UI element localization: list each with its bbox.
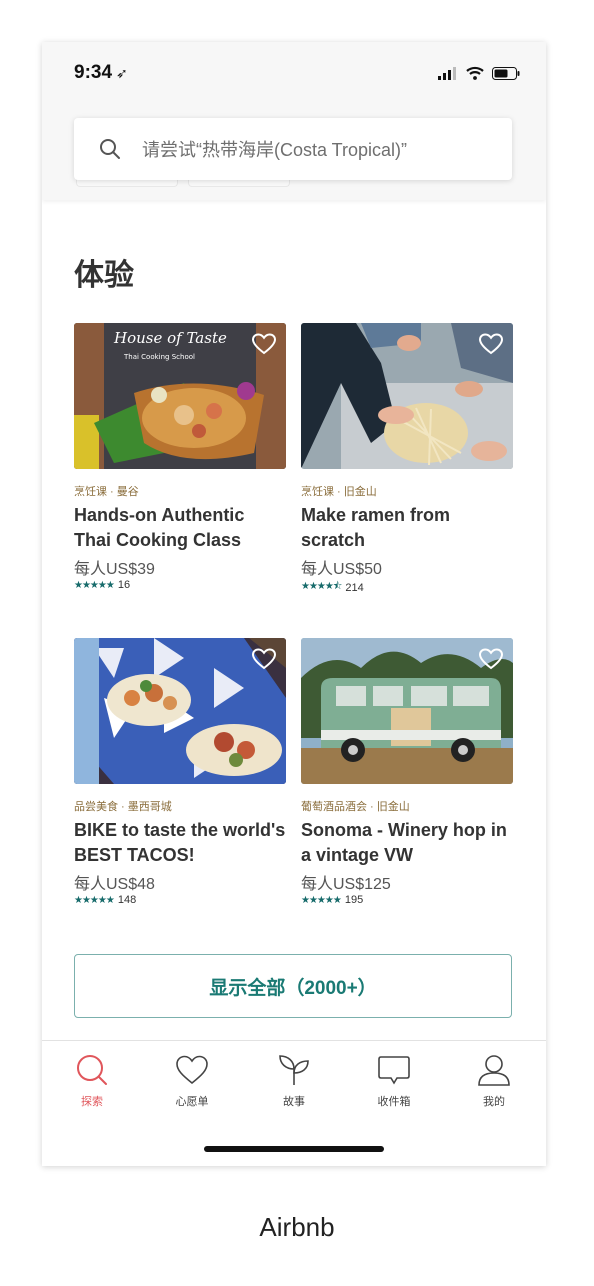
experience-price: 每人US$48 — [74, 876, 155, 893]
experience-card[interactable]: House of Taste Thai Cooking School 烹饪课 ·… — [74, 323, 286, 603]
experience-photo[interactable] — [301, 323, 513, 469]
experience-photo[interactable] — [74, 638, 286, 784]
experience-title[interactable]: BIKE to taste the world's BEST TACOS! — [74, 818, 286, 868]
signal-icon — [438, 67, 456, 80]
tab-label: 探索 — [81, 1096, 103, 1108]
sprout-icon — [279, 1055, 309, 1085]
experience-title[interactable]: Make ramen from scratch — [301, 503, 513, 553]
phone-screen: 9:34 ➶ 请尝试“热带海岸(Costa Tropical)” 体验 Hous… — [42, 42, 546, 1166]
experience-price: 每人US$125 — [301, 876, 391, 893]
experience-card[interactable]: 品尝美食 · 墨西哥城 BIKE to taste the world's BE… — [74, 638, 286, 918]
experience-card[interactable]: 烹饪课 · 旧金山 Make ramen from scratch 每人US$5… — [301, 323, 513, 603]
experience-title[interactable]: Hands-on Authentic Thai Cooking Class — [74, 503, 286, 553]
experience-category: 烹饪课 · 曼谷 — [74, 486, 139, 498]
review-count: 148 — [117, 894, 137, 906]
tab-wishlist[interactable]: 心愿单 — [152, 1053, 232, 1109]
tab-label: 我的 — [483, 1096, 505, 1108]
experience-photo[interactable] — [301, 638, 513, 784]
app-caption: Airbnb — [259, 1212, 335, 1242]
star-rating-icon: ★★★★★ — [301, 894, 342, 906]
search-placeholder: 请尝试“热带海岸(Costa Tropical)” — [142, 140, 408, 160]
status-time: 9:34 ➶ — [74, 62, 128, 84]
experience-price: 每人US$50 — [301, 561, 382, 578]
user-icon — [478, 1055, 510, 1086]
search-bar[interactable]: 请尝试“热带海岸(Costa Tropical)” — [74, 118, 512, 180]
search-icon — [100, 139, 120, 159]
battery-icon — [492, 67, 520, 80]
heart-icon[interactable] — [479, 648, 503, 670]
experience-rating: ★★★★⯪ 214 — [301, 579, 364, 596]
tab-stories[interactable]: 故事 — [254, 1053, 334, 1109]
star-rating-icon: ★★★★★ — [74, 894, 115, 906]
heart-icon — [176, 1055, 208, 1085]
star-rating-icon: ★★★★⯪ — [301, 581, 342, 592]
tab-label: 故事 — [283, 1096, 305, 1108]
tab-label: 心愿单 — [175, 1096, 209, 1108]
status-time-text: 9:34 — [74, 62, 113, 83]
experience-category: 葡萄酒品酒会 · 旧金山 — [301, 801, 410, 813]
heart-icon[interactable] — [252, 648, 276, 670]
review-count: 214 — [345, 581, 364, 594]
tab-label: 收件箱 — [377, 1096, 411, 1108]
home-indicator[interactable] — [204, 1146, 384, 1152]
tab-inbox[interactable]: 收件箱 — [354, 1053, 434, 1109]
image-caption-title: House of Taste — [113, 329, 227, 347]
search-icon — [77, 1055, 107, 1085]
show-all-button[interactable]: 显示全部（2000+） — [74, 954, 512, 1018]
top-bar: 9:34 ➶ 请尝试“热带海岸(Costa Tropical)” — [42, 42, 546, 200]
status-indicators — [438, 66, 520, 80]
heart-icon[interactable] — [479, 333, 503, 355]
experience-card[interactable]: 葡萄酒品酒会 · 旧金山 Sonoma - Winery hop in a vi… — [301, 638, 513, 918]
experience-title[interactable]: Sonoma - Winery hop in a vintage VW — [301, 818, 513, 868]
experience-category: 品尝美食 · 墨西哥城 — [74, 801, 172, 813]
review-count: 195 — [344, 894, 364, 906]
experience-price: 每人US$39 — [74, 561, 155, 578]
experience-category: 烹饪课 · 旧金山 — [301, 486, 377, 498]
tab-profile[interactable]: 我的 — [454, 1053, 534, 1109]
image-caption-subtitle: Thai Cooking School — [123, 353, 195, 361]
experience-rating: ★★★★★ 16 — [74, 579, 130, 591]
chat-bubble-icon — [378, 1056, 410, 1085]
experience-rating: ★★★★★ 195 — [301, 894, 363, 906]
tab-explore[interactable]: 探索 — [52, 1053, 132, 1109]
review-count: 16 — [117, 579, 131, 591]
experience-photo[interactable]: House of Taste Thai Cooking School — [74, 323, 286, 469]
wifi-icon — [466, 66, 484, 80]
experience-rating: ★★★★★ 148 — [74, 894, 136, 906]
section-title: 体验 — [74, 259, 134, 292]
location-arrow-icon: ➶ — [116, 65, 128, 81]
star-rating-icon: ★★★★★ — [74, 579, 115, 591]
heart-icon[interactable] — [252, 333, 276, 355]
